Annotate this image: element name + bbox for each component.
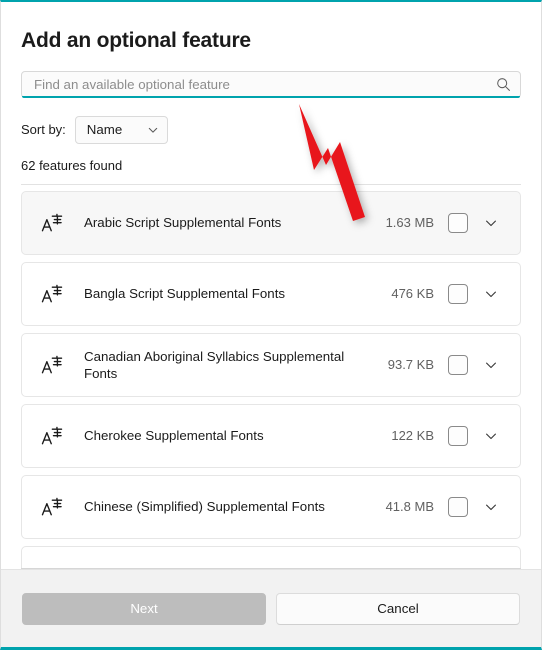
list-item[interactable]: Chinese (Simplified) Supplemental Fonts … — [21, 474, 521, 539]
add-optional-feature-dialog: Add an optional feature Sort by: Name — [0, 0, 542, 650]
list-item[interactable]: Arabic Script Supplemental Fonts 1.63 MB — [21, 190, 521, 255]
list-item-size: 93.7 KB — [387, 357, 434, 373]
chevron-down-icon — [147, 124, 159, 136]
feature-list[interactable]: Arabic Script Supplemental Fonts 1.63 MB — [21, 185, 521, 568]
list-item-checkbox[interactable] — [448, 496, 468, 517]
font-language-icon — [38, 212, 66, 234]
font-language-icon — [38, 283, 66, 305]
list-item-checkbox[interactable] — [448, 283, 468, 304]
page-title: Add an optional feature — [21, 29, 251, 52]
cancel-button[interactable]: Cancel — [276, 592, 520, 625]
list-item-label: Canadian Aboriginal Syllabics Supplement… — [84, 348, 345, 381]
list-item-label: Bangla Script Supplemental Fonts — [84, 286, 286, 302]
list-item-checkbox[interactable] — [448, 425, 468, 446]
list-item[interactable]: Bangla Script Supplemental Fonts 476 KB — [21, 261, 521, 326]
list-item-size: 41.8 MB — [385, 499, 434, 515]
sort-by-dropdown[interactable]: Name — [74, 115, 168, 144]
dialog-content: Add an optional feature Sort by: Name — [1, 2, 541, 569]
search-input[interactable] — [34, 76, 494, 92]
font-language-icon — [38, 496, 66, 518]
results-count: 62 features found — [21, 157, 123, 173]
dialog-footer: Next Cancel — [1, 569, 541, 647]
list-item-label: Chinese (Simplified) Supplemental Fonts — [84, 499, 325, 515]
list-item[interactable]: Canadian Aboriginal Syllabics Supplement… — [21, 332, 521, 397]
sort-row: Sort by: Name — [21, 115, 521, 144]
list-item-checkbox[interactable] — [448, 212, 468, 233]
next-button[interactable]: Next — [22, 592, 266, 625]
list-item-label: Cherokee Supplemental Fonts — [84, 428, 264, 444]
list-item[interactable]: Cherokee Supplemental Fonts 122 KB — [21, 403, 521, 468]
search-icon[interactable] — [494, 75, 512, 93]
chevron-down-icon[interactable] — [476, 493, 506, 521]
list-bottom-divider — [21, 568, 521, 569]
chevron-down-icon[interactable] — [476, 351, 506, 379]
sort-by-value: Name — [86, 122, 123, 138]
sort-by-label: Sort by: — [21, 122, 66, 138]
font-language-icon — [38, 425, 66, 447]
chevron-down-icon[interactable] — [476, 280, 506, 308]
list-item-size: 1.63 MB — [385, 215, 434, 231]
list-item-size: 476 KB — [391, 286, 434, 302]
list-item-size: 122 KB — [391, 428, 434, 444]
list-item-checkbox[interactable] — [448, 354, 468, 375]
font-language-icon — [38, 354, 66, 376]
search-box[interactable] — [21, 71, 521, 98]
list-item-label: Arabic Script Supplemental Fonts — [84, 215, 282, 231]
list-item-partial[interactable] — [21, 545, 521, 568]
chevron-down-icon[interactable] — [476, 422, 506, 450]
chevron-down-icon[interactable] — [476, 209, 506, 237]
